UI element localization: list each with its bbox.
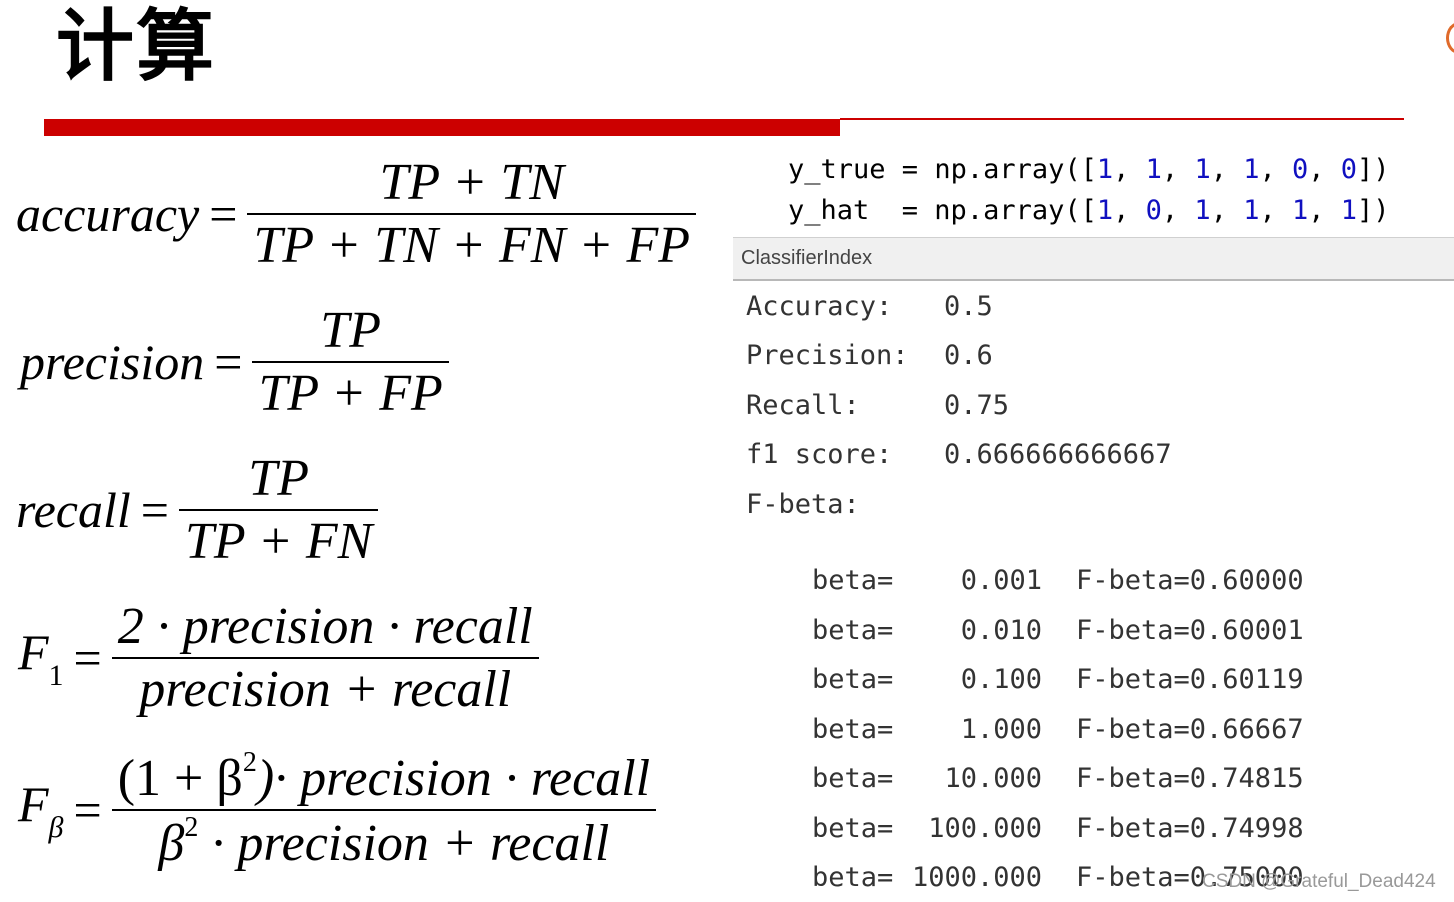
- corner-logo-icon: [1446, 22, 1454, 54]
- fraction: (1 + β2)· precision · recall β2 · precis…: [111, 746, 657, 875]
- f1-value: 0.666666666667: [944, 439, 1172, 470]
- subscript: 1: [48, 659, 64, 693]
- beta-row: beta= 100.000 F-beta=0.74998: [812, 813, 1304, 844]
- fraction: TP + TN TP + TN + FN + FP: [247, 152, 697, 277]
- beta-row: beta= 0.100 F-beta=0.60119: [812, 664, 1304, 695]
- equals-sign: =: [209, 186, 238, 243]
- f1-label: f1 score:: [746, 439, 893, 470]
- code-line-y-hat: y_hat = np.array([1, 0, 1, 1, 1, 1]): [788, 195, 1390, 226]
- equals-sign: =: [73, 630, 102, 687]
- beta-row: beta= 10.000 F-beta=0.74815: [812, 763, 1304, 794]
- accuracy-value: 0.5: [944, 291, 993, 322]
- recall-formula: recall = TP TP + FN: [16, 448, 379, 573]
- numerator: (1 + β2)· precision · recall: [117, 747, 651, 807]
- denominator: TP + FP: [258, 365, 443, 423]
- subscript: β: [48, 811, 64, 845]
- recall-label: Recall:: [746, 390, 860, 421]
- beta-row: beta= 1000.000 F-beta=0.75000: [812, 862, 1304, 893]
- beta-row: beta= 1.000 F-beta=0.66667: [812, 714, 1304, 745]
- code-line-y-true: y_true = np.array([1, 1, 1, 1, 0, 0]): [788, 154, 1390, 185]
- fraction: TP TP + FP: [252, 300, 449, 425]
- denominator: β2 · precision + recall: [158, 812, 610, 873]
- denominator: TP + FN: [184, 513, 373, 571]
- beta-row: beta= 0.010 F-beta=0.60001: [812, 615, 1304, 646]
- recall-value: 0.75: [944, 390, 1010, 421]
- denominator: precision + recall: [139, 661, 512, 719]
- precision-formula: precision = TP TP + FP: [20, 300, 449, 425]
- numerator: TP: [248, 450, 309, 507]
- formula-lhs: precision: [20, 334, 205, 391]
- fraction: TP TP + FN: [178, 448, 379, 573]
- watermark: CSDN @Grateful_Dead424: [1202, 871, 1436, 892]
- accuracy-formula: accuracy = TP + TN TP + TN + FN + FP: [16, 152, 697, 277]
- precision-label: Precision:: [746, 340, 909, 371]
- formula-lhs: recall: [16, 482, 131, 539]
- title-underline-bar: [44, 119, 840, 136]
- beta-row: beta= 0.001 F-beta=0.60000: [812, 565, 1304, 596]
- fbeta-formula: Fβ = (1 + β2)· precision · recall β2 · p…: [18, 746, 657, 875]
- f1-formula: F1 = 2 · precision · recall precision + …: [18, 596, 539, 721]
- numerator: 2 · precision · recall: [117, 598, 533, 655]
- fraction: 2 · precision · recall precision + recal…: [111, 596, 539, 721]
- panel-title: ClassifierIndex: [741, 247, 873, 269]
- fbeta-label: F-beta:: [746, 489, 860, 520]
- slide-title: 计算: [56, 2, 217, 92]
- precision-value: 0.6: [944, 340, 993, 371]
- classifier-index-panel-header: ClassifierIndex: [733, 237, 1454, 281]
- numerator: TP: [320, 302, 381, 359]
- denominator: TP + TN + FN + FP: [253, 217, 691, 275]
- equals-sign: =: [214, 334, 243, 391]
- equals-sign: =: [73, 782, 102, 839]
- title-underline-thin: [840, 118, 1404, 120]
- formula-lhs: accuracy: [16, 186, 200, 243]
- numerator: TP + TN: [379, 154, 564, 211]
- accuracy-label: Accuracy:: [746, 291, 893, 322]
- equals-sign: =: [140, 482, 169, 539]
